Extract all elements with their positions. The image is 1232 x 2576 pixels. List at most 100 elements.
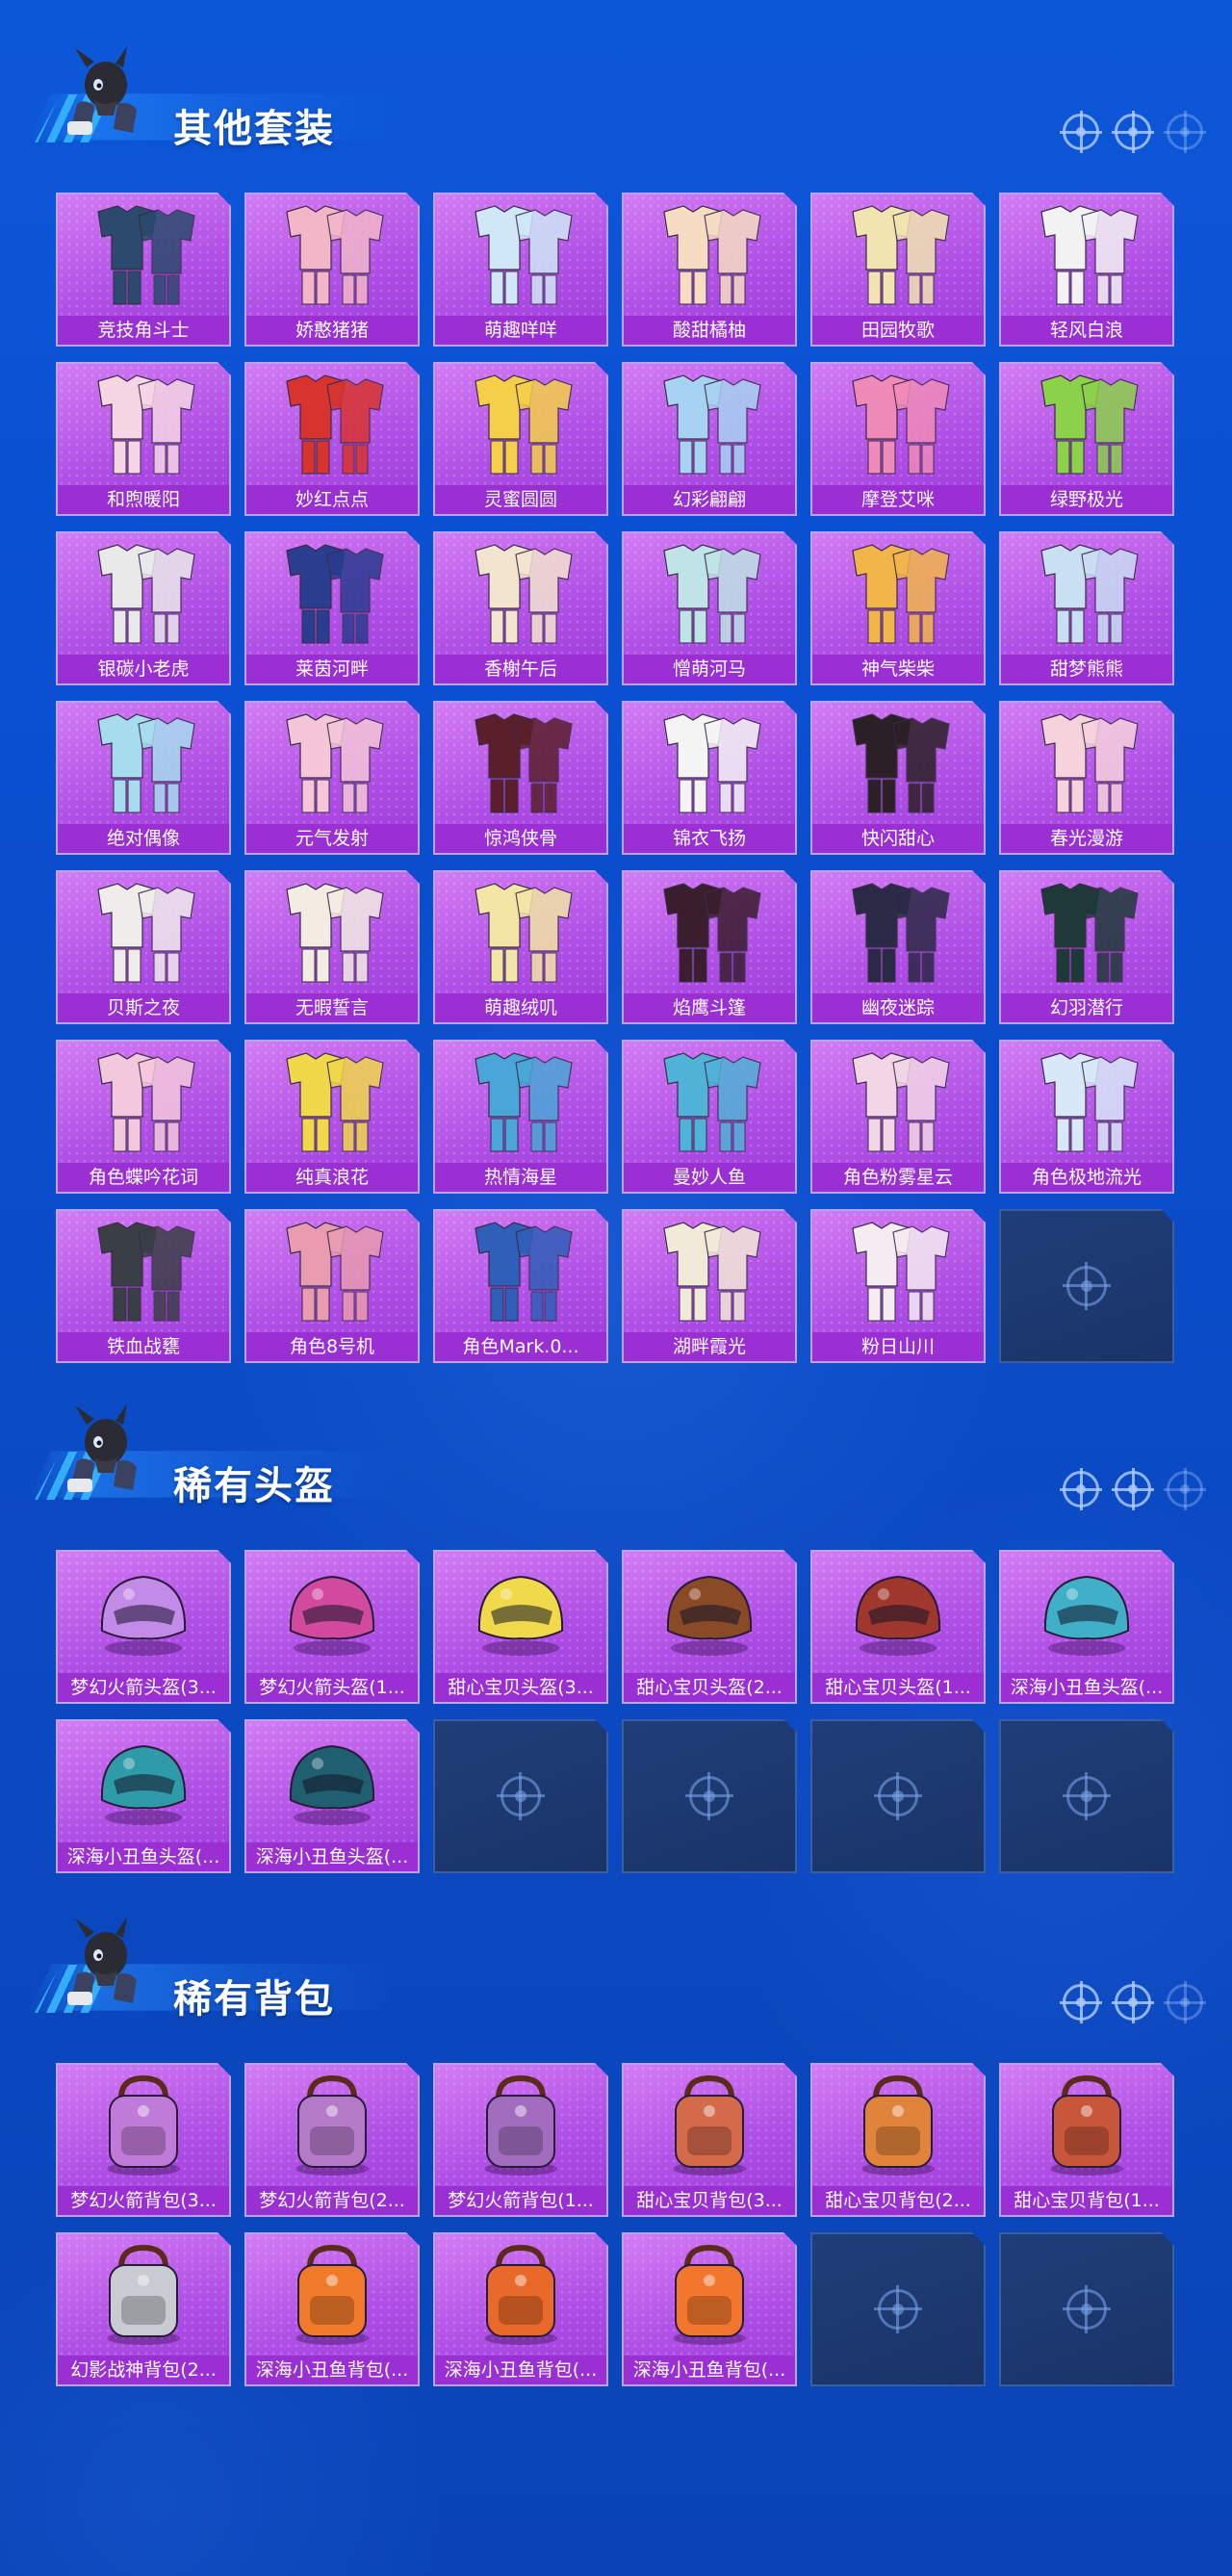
outfit-card[interactable]: 轻风白浪 [999, 193, 1174, 347]
outfit-card[interactable]: 角色8号机 [244, 1209, 420, 1363]
helmet-card[interactable]: 甜心宝贝头盔(3... [433, 1550, 608, 1704]
crosshair-icon [500, 1776, 541, 1816]
item-label: 曼妙人鱼 [624, 1163, 795, 1192]
outfit-card[interactable]: 角色极地流光 [999, 1040, 1174, 1194]
backpack-card[interactable]: 深海小丑鱼背包(... [244, 2232, 420, 2386]
item-label: 萌趣咩咩 [435, 316, 606, 345]
crosshair-icon [1164, 111, 1206, 153]
outfit-icon [624, 1042, 795, 1165]
outfit-card[interactable]: 香榭午后 [433, 531, 608, 685]
mascot-icon [67, 46, 137, 135]
helmet-icon [58, 1552, 229, 1675]
item-label: 甜心宝贝头盔(2... [624, 1673, 795, 1702]
backpack-card[interactable]: 梦幻火箭背包(2... [244, 2063, 420, 2217]
outfit-card[interactable]: 粉日山川 [810, 1209, 986, 1363]
outfit-card[interactable]: 银碳小老虎 [56, 531, 231, 685]
header-decoration [1060, 1981, 1206, 2023]
backpack-card[interactable]: 梦幻火箭背包(3... [56, 2063, 231, 2217]
outfit-icon [58, 194, 229, 318]
crosshair-icon [1060, 1468, 1102, 1510]
helmet-card[interactable]: 梦幻火箭头盔(3... [56, 1550, 231, 1704]
outfit-card[interactable]: 贝斯之夜 [56, 870, 231, 1024]
outfit-card[interactable]: 妙红点点 [244, 362, 420, 516]
outfit-card[interactable]: 绿野极光 [999, 362, 1174, 516]
helmet-card[interactable]: 深海小丑鱼头盔(... [999, 1550, 1174, 1704]
outfit-icon [1001, 703, 1172, 826]
outfit-card[interactable]: 幻羽潜行 [999, 870, 1174, 1024]
outfit-card[interactable]: 神气柴柴 [810, 531, 986, 685]
outfit-card[interactable]: 角色粉雾星云 [810, 1040, 986, 1194]
backpack-card[interactable]: 甜心宝贝背包(1... [999, 2063, 1174, 2217]
outfit-card[interactable]: 幽夜迷踪 [810, 870, 986, 1024]
backpack-card[interactable]: 甜心宝贝背包(3... [622, 2063, 797, 2217]
outfit-card[interactable]: 憎萌河马 [622, 531, 797, 685]
outfit-icon [58, 1042, 229, 1165]
outfit-card[interactable]: 竞技角斗士 [56, 193, 231, 347]
backpack-card[interactable]: 甜心宝贝背包(2... [810, 2063, 986, 2217]
outfit-card[interactable]: 湖畔霞光 [622, 1209, 797, 1363]
outfit-card[interactable]: 莱茵河畔 [244, 531, 420, 685]
outfit-card[interactable]: 快闪甜心 [810, 701, 986, 855]
helmet-card[interactable]: 甜心宝贝头盔(1... [810, 1550, 986, 1704]
outfit-card[interactable]: 甜梦熊熊 [999, 531, 1174, 685]
item-label: 甜心宝贝背包(2... [812, 2186, 984, 2215]
outfit-card[interactable]: 纯真浪花 [244, 1040, 420, 1194]
outfit-card[interactable]: 幻彩翩翩 [622, 362, 797, 516]
outfit-icon [624, 1211, 795, 1334]
backpack-icon [58, 2065, 229, 2188]
helmet-icon [812, 1552, 984, 1675]
outfit-card[interactable]: 角色蝶吟花词 [56, 1040, 231, 1194]
outfit-card[interactable]: 惊鸿侠骨 [433, 701, 608, 855]
helmet-card[interactable]: 甜心宝贝头盔(2... [622, 1550, 797, 1704]
outfit-icon [812, 1042, 984, 1165]
item-label: 深海小丑鱼头盔(... [1001, 1673, 1172, 1702]
helmet-icon [1001, 1552, 1172, 1675]
outfit-card[interactable]: 热情海星 [433, 1040, 608, 1194]
item-label: 萌趣绒叽 [435, 993, 606, 1022]
backpack-card[interactable]: 梦幻火箭背包(1... [433, 2063, 608, 2217]
backpack-icon [58, 2234, 229, 2357]
item-label: 深海小丑鱼头盔(... [246, 1842, 418, 1871]
item-label: 元气发射 [246, 824, 418, 853]
item-label: 甜心宝贝背包(3... [624, 2186, 795, 2215]
empty-slot [810, 1719, 986, 1873]
helmet-card[interactable]: 梦幻火箭头盔(1... [244, 1550, 420, 1704]
crosshair-icon [1066, 2289, 1107, 2330]
outfit-icon [58, 872, 229, 995]
outfit-card[interactable]: 娇憨猪猪 [244, 193, 420, 347]
backpack-icon [246, 2234, 418, 2357]
outfit-card[interactable]: 萌趣绒叽 [433, 870, 608, 1024]
outfit-icon [435, 194, 606, 318]
outfit-icon [435, 703, 606, 826]
item-label: 角色粉雾星云 [812, 1163, 984, 1192]
outfit-card[interactable]: 焰鹰斗篷 [622, 870, 797, 1024]
item-label: 角色8号机 [246, 1332, 418, 1361]
helmet-card[interactable]: 深海小丑鱼头盔(... [56, 1719, 231, 1873]
outfit-card[interactable]: 酸甜橘柚 [622, 193, 797, 347]
outfit-icon [812, 1211, 984, 1334]
outfit-card[interactable]: 无暇誓言 [244, 870, 420, 1024]
outfit-card[interactable]: 和煦暖阳 [56, 362, 231, 516]
outfit-card[interactable]: 摩登艾咪 [810, 362, 986, 516]
outfit-icon [812, 194, 984, 318]
outfit-card[interactable]: 曼妙人鱼 [622, 1040, 797, 1194]
outfit-card[interactable]: 绝对偶像 [56, 701, 231, 855]
outfit-card[interactable]: 萌趣咩咩 [433, 193, 608, 347]
crosshair-icon [1066, 1266, 1107, 1306]
outfit-card[interactable]: 角色Mark.0... [433, 1209, 608, 1363]
outfit-card[interactable]: 元气发射 [244, 701, 420, 855]
outfit-card[interactable]: 灵蜜圆圆 [433, 362, 608, 516]
outfit-card[interactable]: 锦衣飞扬 [622, 701, 797, 855]
outfit-card[interactable]: 春光漫游 [999, 701, 1174, 855]
item-label: 粉日山川 [812, 1332, 984, 1361]
crosshair-icon [1112, 1981, 1154, 2023]
item-label: 绿野极光 [1001, 485, 1172, 514]
item-label: 摩登艾咪 [812, 485, 984, 514]
outfit-card[interactable]: 铁血战甕 [56, 1209, 231, 1363]
section-rare-helmets: 稀有头盔 梦幻火箭头盔(3... 梦幻火箭头盔(1... 甜心宝贝头盔(3... 甜心… [0, 1396, 1232, 1502]
helmet-card[interactable]: 深海小丑鱼头盔(... [244, 1719, 420, 1873]
backpack-card[interactable]: 深海小丑鱼背包(... [433, 2232, 608, 2386]
outfit-card[interactable]: 田园牧歌 [810, 193, 986, 347]
backpack-card[interactable]: 幻影战神背包(2... [56, 2232, 231, 2386]
backpack-card[interactable]: 深海小丑鱼背包(... [622, 2232, 797, 2386]
